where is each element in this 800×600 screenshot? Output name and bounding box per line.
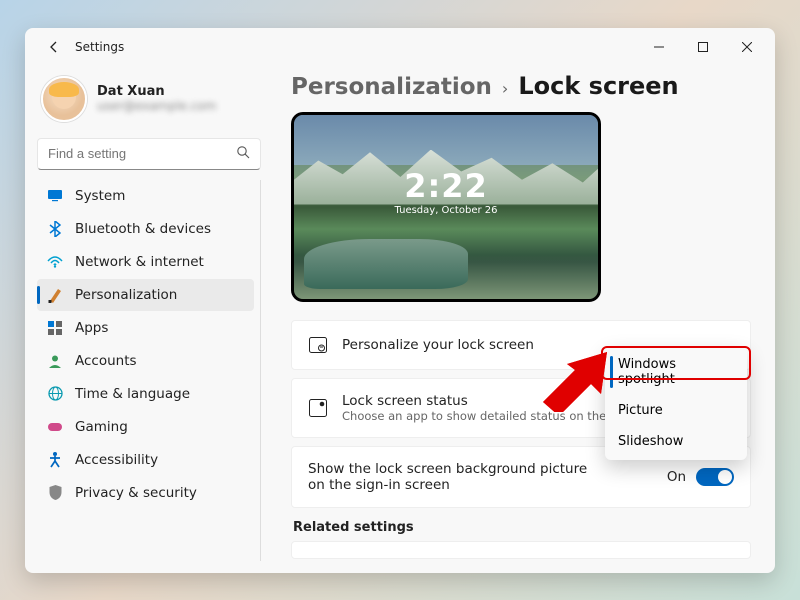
dropdown-item-label: Slideshow [618, 434, 683, 449]
sidebar-item-gaming[interactable]: Gaming [37, 411, 254, 443]
sidebar-item-label: System [75, 188, 125, 204]
titlebar: Settings [25, 28, 775, 66]
app-title: Settings [75, 40, 124, 54]
status-icon [308, 398, 328, 418]
dropdown-item-spotlight[interactable]: Windows spotlight [608, 349, 744, 395]
sidebar-item-label: Apps [75, 320, 108, 336]
card-related-placeholder[interactable] [291, 541, 751, 559]
language-icon [47, 386, 63, 402]
preview-time: 2:22 [294, 167, 598, 205]
dropdown-item-label: Picture [618, 403, 663, 418]
lock-screen-dropdown[interactable]: Windows spotlight Picture Slideshow [605, 346, 747, 460]
chevron-right-icon: › [502, 79, 508, 98]
shield-icon [47, 485, 63, 501]
lock-screen-preview[interactable]: 2:22 Tuesday, October 26 [291, 112, 601, 302]
dropdown-item-slideshow[interactable]: Slideshow [608, 426, 744, 457]
sidebar-item-apps[interactable]: Apps [37, 312, 254, 344]
minimize-button[interactable] [637, 31, 681, 63]
sidebar-item-accounts[interactable]: Accounts [37, 345, 254, 377]
sidebar-item-system[interactable]: System [37, 180, 254, 212]
personalization-icon [47, 287, 63, 303]
apps-icon [47, 320, 63, 336]
profile-email: user@example.com [97, 99, 216, 113]
sidebar-item-privacy[interactable]: Privacy & security [37, 477, 254, 509]
preview-date: Tuesday, October 26 [294, 205, 598, 216]
window-controls [637, 31, 769, 63]
dropdown-item-picture[interactable]: Picture [608, 395, 744, 426]
search-icon [236, 144, 250, 163]
main-panel: Personalization › Lock screen 2:22 Tuesd… [273, 66, 775, 573]
sidebar-item-accessibility[interactable]: Accessibility [37, 444, 254, 476]
sidebar: Dat Xuan user@example.com System Bluetoo… [25, 66, 273, 573]
accounts-icon [47, 353, 63, 369]
sidebar-item-label: Privacy & security [75, 485, 197, 501]
back-button[interactable] [39, 32, 69, 62]
card-title: Personalize your lock screen [342, 337, 534, 353]
breadcrumb-parent[interactable]: Personalization [291, 74, 492, 100]
sidebar-item-label: Personalization [75, 287, 177, 303]
profile[interactable]: Dat Xuan user@example.com [37, 70, 261, 132]
card-title: Show the lock screen background picture … [308, 461, 598, 493]
profile-name: Dat Xuan [97, 84, 216, 99]
sidebar-item-label: Accessibility [75, 452, 158, 468]
bluetooth-icon [47, 221, 63, 237]
search-input[interactable] [48, 146, 236, 161]
sidebar-item-label: Network & internet [75, 254, 204, 270]
settings-window: Settings Dat Xuan user@example.com [25, 28, 775, 573]
system-icon [47, 188, 63, 204]
related-settings-heading: Related settings [293, 520, 751, 535]
toggle-label: On [667, 469, 686, 485]
accessibility-icon [47, 452, 63, 468]
sidebar-item-personalization[interactable]: Personalization [37, 279, 254, 311]
sidebar-item-bluetooth[interactable]: Bluetooth & devices [37, 213, 254, 245]
gaming-icon [47, 419, 63, 435]
sidebar-item-label: Accounts [75, 353, 137, 369]
close-button[interactable] [725, 31, 769, 63]
breadcrumb-current: Lock screen [518, 72, 678, 100]
avatar [41, 76, 87, 122]
sidebar-item-time[interactable]: Time & language [37, 378, 254, 410]
maximize-button[interactable] [681, 31, 725, 63]
dropdown-item-label: Windows spotlight [618, 357, 676, 387]
network-icon [47, 254, 63, 270]
sidebar-item-label: Bluetooth & devices [75, 221, 211, 237]
picture-icon [308, 335, 328, 355]
sidebar-item-label: Time & language [75, 386, 190, 402]
toggle-show-background[interactable] [696, 468, 734, 486]
breadcrumb: Personalization › Lock screen [291, 72, 751, 100]
search-box[interactable] [37, 138, 261, 170]
sidebar-item-network[interactable]: Network & internet [37, 246, 254, 278]
nav: System Bluetooth & devices Network & int… [37, 180, 261, 561]
sidebar-item-label: Gaming [75, 419, 128, 435]
